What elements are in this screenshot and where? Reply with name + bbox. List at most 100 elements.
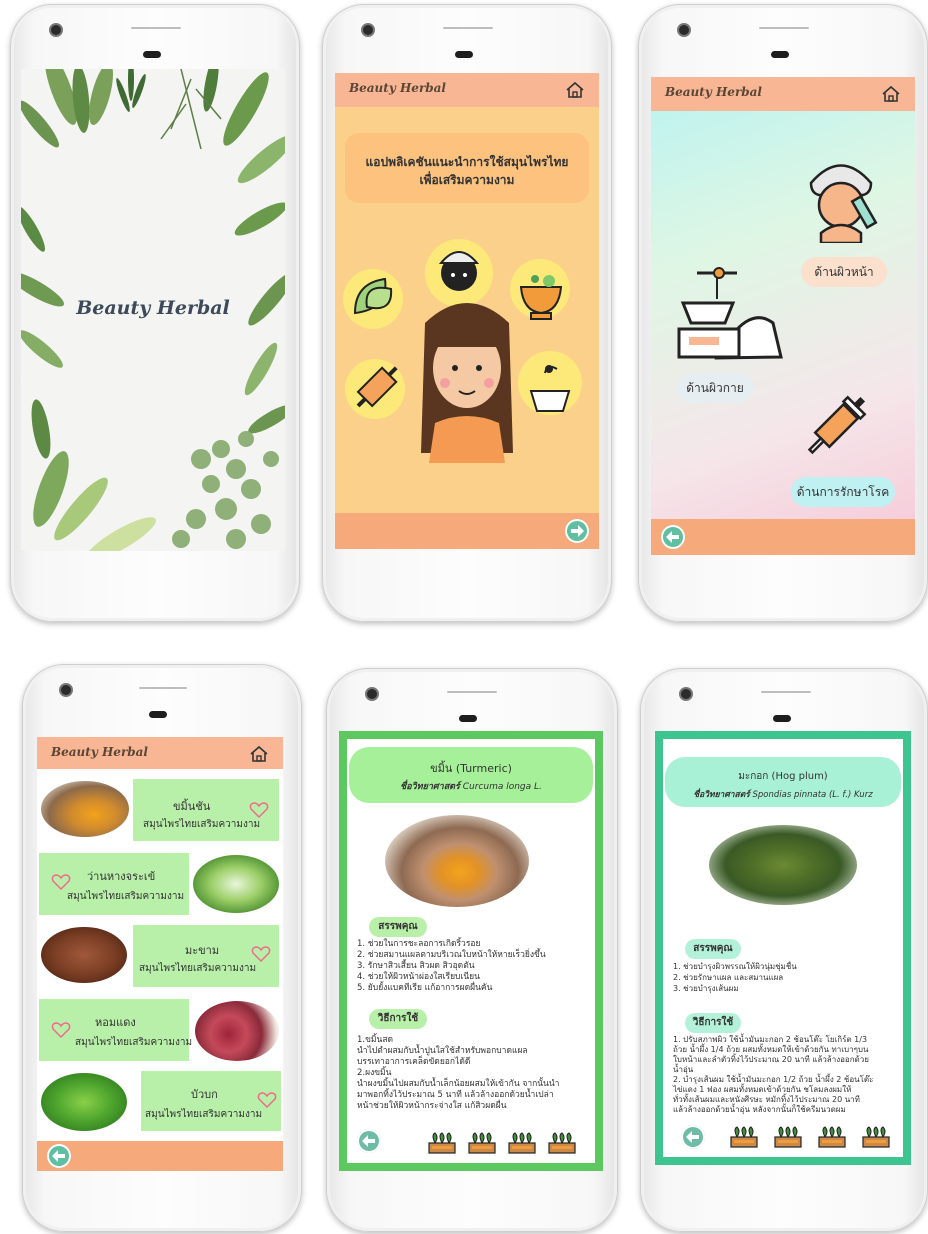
benefit-line: 1. ช่วยในการชะลอการเกิดริ้วรอย — [357, 939, 481, 949]
app-bar: Beauty Herbal — [335, 73, 599, 107]
speaker-grille — [443, 27, 493, 29]
arrow-right-icon — [571, 525, 584, 537]
plant-pot-icon — [730, 1126, 758, 1148]
herb-name: มะขาม — [185, 944, 220, 957]
app-bar-brand: Beauty Herbal — [51, 745, 148, 759]
benefit-line: 3. ช่วยบำรุงเส้นผม — [673, 984, 739, 993]
detail-panel: มะกอก (Hog plum) ชื่อวิทยาศาสตร์ Spondia… — [663, 739, 903, 1157]
heart-icon[interactable] — [51, 1021, 71, 1039]
herb-card-4[interactable]: หอมแดง สมุนไพรไทยเสริมความงาม — [39, 999, 192, 1061]
usage-text: 1. ปรับสภาพผิว ใช้น้ำมันมะกอก 2 ช้อนโต๊ะ… — [673, 1035, 899, 1115]
plant-pot-icon — [774, 1126, 802, 1148]
benefits-text: 1. ช่วยในการชะลอการเกิดริ้วรอย 2. ช่วยสม… — [357, 939, 591, 994]
footer-bar — [37, 1141, 283, 1171]
category-face-button[interactable]: ด้านผิวหน้า — [801, 257, 887, 287]
plant-pot-icon — [548, 1132, 576, 1154]
scientific-name-value: Curcuma longa L. — [462, 782, 542, 792]
plant-pot-icon — [428, 1132, 456, 1154]
arrow-left-icon — [666, 531, 679, 543]
usage-text: 1.ขมิ้นสด นำไปตำผสมกับน้ำปูนใสใช้สำหรับพ… — [357, 1035, 591, 1112]
herb-name: บัวบก — [191, 1088, 218, 1101]
home-icon[interactable] — [881, 84, 901, 104]
usage-line: น้ำอุ่น — [673, 1065, 694, 1074]
footer-bar — [335, 513, 599, 549]
phone-hogplum-detail: มะกอก (Hog plum) ชื่อวิทยาศาสตร์ Spondia… — [640, 668, 928, 1232]
back-button[interactable] — [47, 1144, 71, 1168]
usage-line: 2.ผงขมิ้น — [357, 1068, 392, 1078]
plant-pot-icon — [818, 1126, 846, 1148]
herb-subtitle: สมุนไพรไทยเสริมความงาม — [67, 891, 185, 902]
scientific-name-row: ชื่อวิทยาศาสตร์ Spondias pinnata (L. f.)… — [665, 787, 901, 801]
arrow-left-icon — [52, 1150, 65, 1162]
usage-line: นำผงขมิ้นไปผสมกับน้ำเล็กน้อยผสมให้เข้ากั… — [357, 1079, 560, 1089]
hogplum-detail-screen: มะกอก (Hog plum) ชื่อวิทยาศาสตร์ Spondia… — [655, 731, 911, 1165]
front-camera — [61, 685, 71, 695]
splash-brand-title: Beauty Herbal — [76, 297, 230, 319]
home-icon[interactable] — [249, 744, 269, 764]
usage-line: หน้าช่วยให้ผิวหน้ากระจ่างใส แก้สิวผดผื่น — [357, 1101, 507, 1111]
earpiece — [143, 51, 161, 58]
usage-line: 1.ขมิ้นสด — [357, 1035, 394, 1045]
benefits-text: 1. ช่วยบำรุงผิวพรรณให้ผิวนุ่มชุ่มชื่น 2.… — [673, 961, 899, 994]
speaker-grille — [447, 691, 497, 693]
herb-image-aloe-vera — [193, 855, 279, 913]
usage-line: 2. บำรุงเส้นผม ใช้น้ำมันมะกอก 1/2 ถ้วย น… — [673, 1075, 874, 1084]
heart-icon[interactable] — [249, 801, 269, 819]
herb-image-tamarind — [41, 927, 127, 983]
phone-categories: Beauty Herbal ด้านผิวหน้า ด้านผิวกาย ด้า… — [638, 4, 928, 622]
syringe-icon — [807, 395, 867, 455]
back-button[interactable] — [681, 1125, 705, 1149]
body-care-icon — [677, 267, 783, 360]
earpiece — [773, 715, 791, 722]
usage-line: ไข่แดง 1 ฟอง ผสมทั้งหมดเข้าด้วยกัน ชโลมล… — [673, 1085, 852, 1094]
back-button[interactable] — [357, 1129, 381, 1153]
intro-headline-line2: เพื่อเสริมความงาม — [419, 173, 515, 187]
category-treatment-button[interactable]: ด้านการรักษาโรค — [791, 477, 895, 507]
scientific-name-label: ชื่อวิทยาศาสตร์ — [693, 790, 750, 800]
heart-icon[interactable] — [251, 945, 271, 963]
benefit-line: 2. ช่วยรักษาแผล และสมานแผล — [673, 973, 784, 982]
herb-subtitle: สมุนไพรไทยเสริมความงาม — [143, 819, 261, 830]
intro-headline-line1: แอปพลิเคชันแนะนำการใช้สมุนไพรไทย — [365, 155, 569, 169]
herb-card-5[interactable]: บัวบก สมุนไพรไทยเสริมความงาม — [141, 1071, 281, 1131]
scientific-name-label: ชื่อวิทยาศาสตร์ — [400, 782, 460, 792]
home-icon[interactable] — [565, 80, 585, 100]
heart-icon[interactable] — [257, 1091, 277, 1109]
earpiece — [455, 51, 473, 58]
next-button[interactable] — [565, 519, 589, 543]
face-mask-icon — [438, 251, 480, 291]
usage-line: ทั่วทั้งเส้นผมและหนังศีรษะ หมักทิ้งไว้ปร… — [673, 1095, 860, 1104]
footer-bar — [651, 519, 915, 555]
detail-panel: ขมิ้น (Turmeric) ชื่อวิทยาศาสตร์ Curcuma… — [347, 739, 595, 1163]
herb-title: ขมิ้น (Turmeric) — [430, 762, 512, 775]
speaker-grille — [761, 691, 811, 693]
herb-subtitle: สมุนไพรไทยเสริมความงาม — [139, 963, 257, 974]
app-bar-brand: Beauty Herbal — [349, 81, 446, 95]
plant-pot-icon — [508, 1132, 536, 1154]
splash-screen: Beauty Herbal — [21, 69, 285, 551]
usage-line: 1. ปรับสภาพผิว ใช้น้ำมันมะกอก 2 ช้อนโต๊ะ… — [673, 1035, 868, 1044]
usage-line: มาพอกทิ้งไว้ประมาณ 5 นาที แล้วล้างออกด้ว… — [357, 1090, 554, 1100]
earpiece — [771, 51, 789, 58]
back-button[interactable] — [661, 525, 685, 549]
herb-card-1[interactable]: ขมิ้นชัน สมุนไพรไทยเสริมความงาม — [133, 779, 279, 841]
herb-card-2[interactable]: ว่านหางจระเข้ สมุนไพรไทยเสริมความงาม — [39, 853, 189, 915]
benefit-line: 3. รักษาสิวเสี้ยน สิวผด สิวอุดตัน — [357, 961, 475, 971]
face-care-icon — [809, 164, 878, 243]
herb-name: ว่านหางจระเข้ — [87, 870, 156, 883]
phone-turmeric-detail: ขมิ้น (Turmeric) ชื่อวิทยาศาสตร์ Curcuma… — [326, 668, 618, 1232]
plant-pot-icon — [862, 1126, 890, 1148]
category-body-button[interactable]: ด้านผิวกาย — [677, 373, 753, 403]
herb-image-hog-plum — [709, 825, 857, 905]
herb-subtitle: สมุนไพรไทยเสริมความงาม — [145, 1109, 263, 1120]
herb-image-turmeric — [385, 815, 529, 907]
arrow-left-icon — [362, 1135, 375, 1147]
arrow-left-icon — [686, 1131, 699, 1143]
front-camera — [681, 689, 691, 699]
herb-image-gotu-kola — [41, 1073, 127, 1131]
plant-pot-icon — [468, 1132, 496, 1154]
usage-line: ใบหน้าและลำตัวทิ้งไว้ประมาณ 20 นาที แล้ว… — [673, 1055, 869, 1064]
herb-card-3[interactable]: มะขาม สมุนไพรไทยเสริมความงาม — [133, 925, 279, 987]
usage-line: บรรเทาอาการเคล็ดขัดยอกได้ดี — [357, 1057, 471, 1067]
earpiece — [149, 711, 167, 718]
